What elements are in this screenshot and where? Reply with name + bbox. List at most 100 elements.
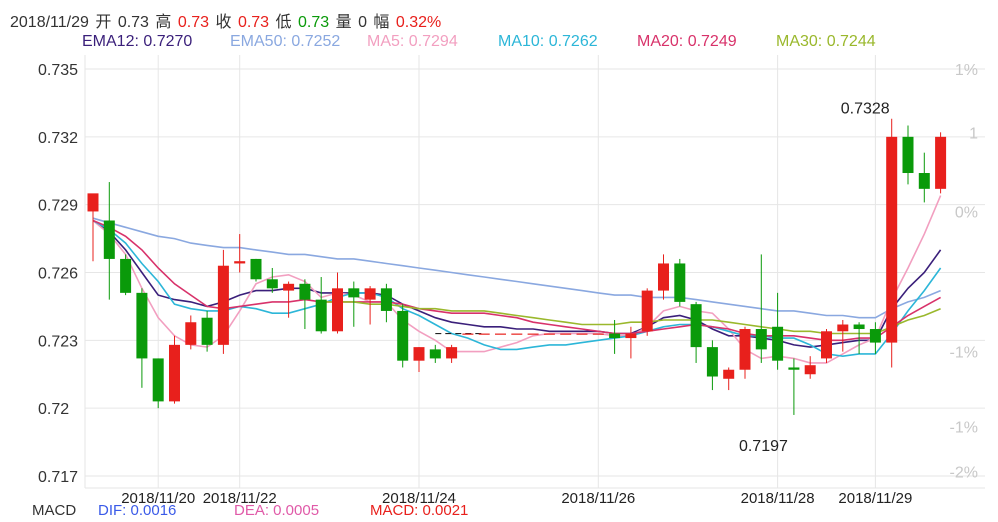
candle [495,333,506,335]
candle [592,333,604,335]
candle-body [804,365,816,375]
candle-body [250,258,262,280]
candle [739,326,751,379]
candle-body [706,347,718,377]
candle [511,333,523,335]
candle [788,358,800,415]
candle [935,132,947,194]
candle-body [495,333,506,335]
candle [380,283,392,323]
candle-body [853,324,865,330]
candle-body [364,288,376,300]
percent-tick-label: -1% [950,419,978,436]
candle [918,152,930,203]
candle-body [380,288,392,311]
candle-body [152,358,164,402]
y-tick-label: 0.726 [38,266,78,283]
candle-body [103,220,115,259]
candle [641,288,653,336]
candle [332,272,343,334]
candle-body [723,369,735,379]
candle-body [527,333,539,335]
y-tick-label: 0.732 [38,130,78,147]
candle-body [918,173,930,189]
candle [152,358,164,409]
y-tick-label: 0.717 [38,469,78,486]
candle-body [837,324,849,332]
candle [397,304,409,368]
candle [217,249,229,354]
candle-body [217,265,229,345]
candle-body [234,261,246,264]
candle-body [576,333,588,335]
candle [234,234,246,273]
candle-body [772,326,784,361]
candle [201,310,213,352]
candle [87,193,99,262]
candle [804,356,816,379]
candle-body [902,136,914,174]
candle [527,333,539,335]
candle-body [886,136,898,343]
candle-body [429,349,441,359]
candle [299,279,311,330]
x-tick-label: 2018/11/28 [741,490,815,507]
percent-tick-label: -2% [950,464,978,481]
macd-value: MACD: 0.0021 [370,502,469,519]
candle [772,292,784,370]
x-tick-label: 2018/11/29 [838,490,912,507]
candle-body [315,299,327,332]
percent-tick-label: 0% [955,204,978,221]
percent-axis: 1% 1 0% -1% -1% -2% [950,62,979,481]
candle [658,254,669,300]
candle-body [609,333,621,339]
candle-body [283,283,295,291]
candle [560,333,572,335]
candle [429,344,441,363]
candle-body [348,288,360,298]
price-annotation: 0.7197 [739,438,788,455]
y-tick-label: 0.72 [38,401,69,418]
candle-body [821,331,832,359]
candle [136,288,148,388]
candle-body [511,333,523,335]
candle-body [543,333,555,335]
candle-body [87,193,99,212]
candle [364,286,376,325]
candle-body [413,347,425,361]
candle [315,277,327,334]
candle [902,125,914,185]
candle [120,254,132,296]
macd-dif: DIF: 0.0016 [98,502,177,519]
candle [478,333,490,335]
candle [413,347,425,372]
price-annotation: 0.7328 [841,101,890,118]
candle-body [136,292,148,359]
candle-body [739,329,751,370]
candle [723,367,735,391]
candle-body [299,283,311,300]
candle-body [755,329,767,350]
candle-body [788,367,800,370]
candle-body [169,344,180,402]
percent-tick-label: 1 [969,125,978,142]
candle [169,335,180,404]
candle-body [592,333,604,335]
candle-body [185,322,197,345]
candle-body [658,263,669,291]
candlestick-chart[interactable]: 0.735 0.732 0.729 0.726 0.723 0.72 0.717 1% 1 0%… [0,0,998,513]
candle [348,281,360,327]
candle [674,258,686,307]
candle [690,301,702,363]
candle [576,333,588,335]
candle-body [935,136,947,189]
y-tick-label: 0.735 [38,62,78,79]
candles [87,118,947,415]
candle-body [478,333,490,335]
candle-body [462,333,474,335]
y-tick-label: 0.723 [38,333,78,350]
candle [543,333,555,335]
candle-body [266,279,278,289]
macd-title: MACD [32,502,77,519]
macd-dea: DEA: 0.0005 [234,502,320,519]
